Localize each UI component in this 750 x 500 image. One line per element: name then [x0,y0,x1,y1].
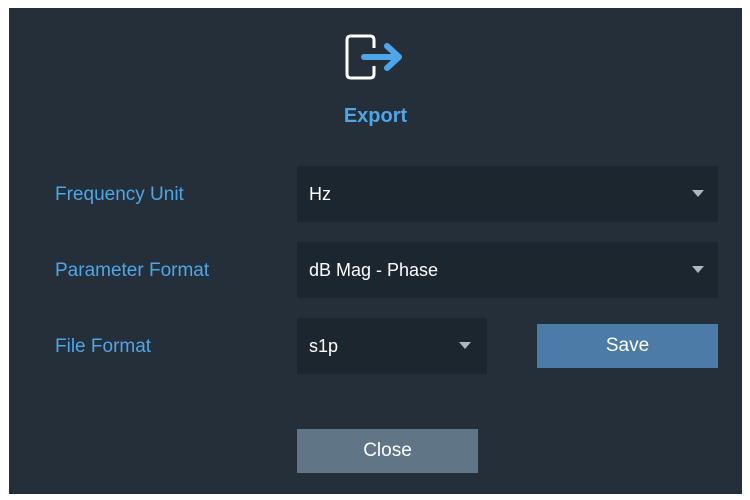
export-dialog: Export Frequency Unit Hz Parameter Forma… [9,8,742,494]
export-icon [345,34,402,80]
frequency-unit-value: Hz [309,184,331,204]
save-button[interactable]: Save [537,324,718,368]
chevron-down-icon [692,190,704,197]
parameter-format-value: dB Mag - Phase [309,260,439,280]
file-format-select[interactable]: s1p [297,318,487,374]
frequency-unit-select[interactable]: Hz [297,166,718,222]
export-header [9,34,742,82]
parameter-format-label: Parameter Format [55,260,210,281]
chevron-down-icon [459,342,471,349]
file-format-label: File Format [55,336,152,357]
dialog-title: Export [343,105,408,127]
frequency-unit-label: Frequency Unit [55,184,184,205]
parameter-format-select[interactable]: dB Mag - Phase [297,242,718,298]
chevron-down-icon [692,266,704,273]
close-button[interactable]: Close [297,429,478,473]
file-format-value: s1p [309,336,339,356]
